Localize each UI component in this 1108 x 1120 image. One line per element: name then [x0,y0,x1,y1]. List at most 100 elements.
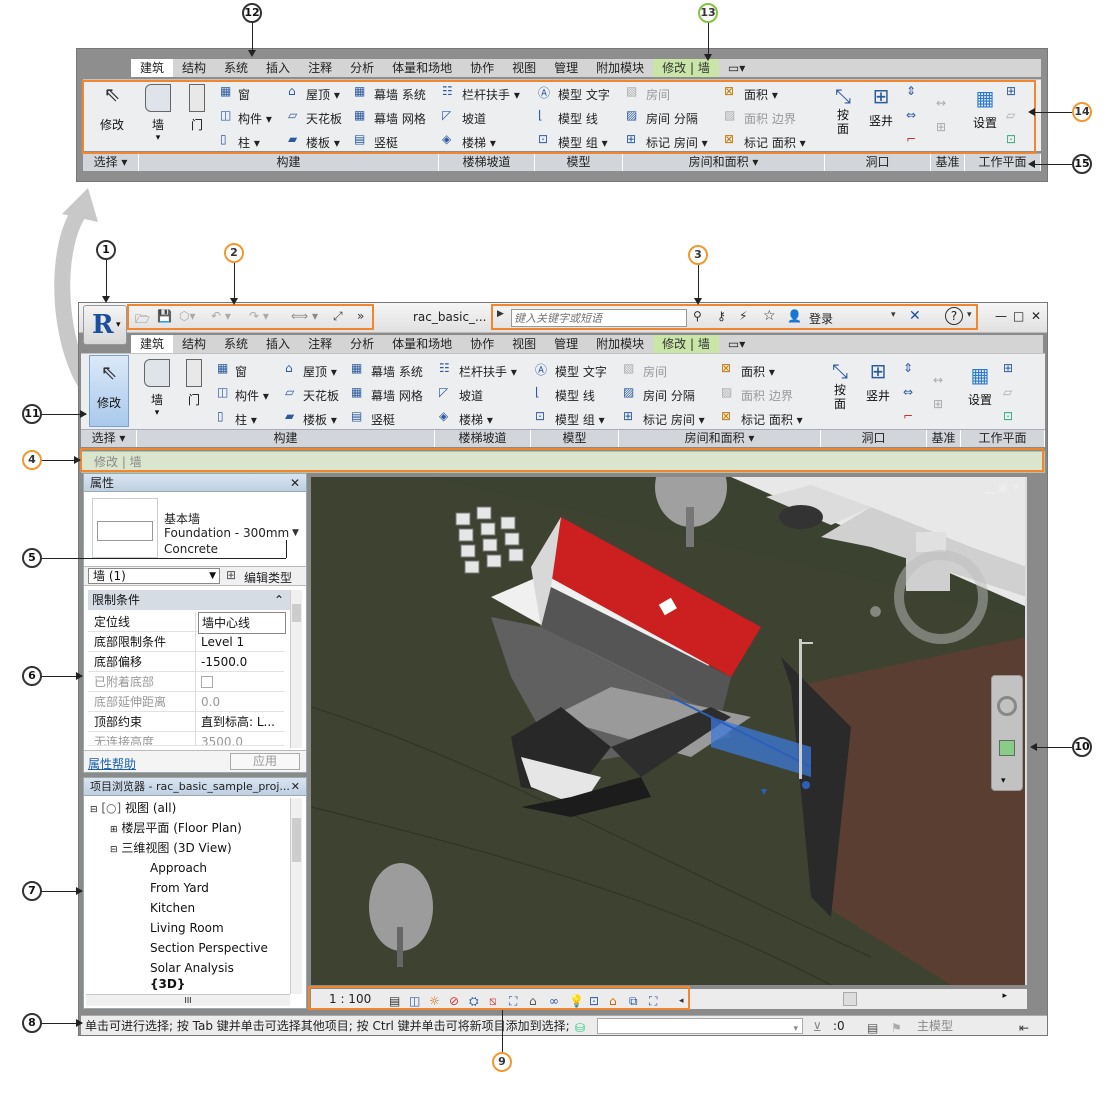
curtain-system-button[interactable]: 幕墙 系统 [371,363,423,380]
component-button[interactable]: 构件 ▾ [235,387,269,404]
ribbon-minimize-icon[interactable]: ▭▾ [719,59,754,77]
tab-collaborate[interactable]: 协作 [461,59,503,77]
editable-only-icon[interactable]: ⚑ [891,1018,902,1038]
zoom-panel-select[interactable]: 选择 ▾ [83,154,139,171]
minimize-button[interactable]: — [995,309,1007,323]
ramp-button[interactable]: 坡道 [459,387,483,404]
main-show-workplane-icon[interactable]: ⊞ [1003,361,1013,375]
model-group-button[interactable]: 模型 组 ▾ [555,411,605,428]
room-button[interactable]: 房间 [643,363,667,380]
main-tab-annotate[interactable]: 注释 [299,335,341,353]
zoom-region-icon[interactable] [999,740,1015,756]
door-button[interactable]: 门 [179,359,209,408]
properties-scrollbar[interactable] [290,590,302,748]
view-window-controls[interactable]: ▁ ▣ ✕ [986,481,1021,494]
window-button[interactable]: 窗 [235,363,247,380]
prop-row-top-constraint[interactable]: 顶部约束 直到标高: L... [88,712,284,732]
tree-view-from-yard[interactable]: From Yard [150,878,209,898]
main-tab-architecture[interactable]: 建筑 [131,335,174,353]
main-tab-insert[interactable]: 插入 [257,335,299,353]
roof-button[interactable]: 屋顶 ▾ [303,363,337,380]
close-button[interactable]: ✕ [1031,309,1041,323]
select-links-icon[interactable]: ⇤ [1019,1018,1029,1038]
main-tab-analyze[interactable]: 分析 [341,335,383,353]
main-wall-opening-icon[interactable]: ⇕ [903,361,913,375]
main-viewer-icon[interactable]: ⊡ [1003,409,1013,423]
floor-button[interactable]: 楼板 ▾ [303,411,337,428]
tree-views-all[interactable]: ⊟ [○] 视图 (all) [90,798,176,820]
maximize-button[interactable]: □ [1013,309,1024,323]
main-tab-collaborate[interactable]: 协作 [461,335,503,353]
view-hscrollbar[interactable]: ▸ [691,989,1027,1009]
nav-bar-menu-icon[interactable]: ▾ [1001,776,1006,786]
by-face-button[interactable]: ⤡ 按 面 [825,359,855,411]
tag-room-button[interactable]: 标记 房间 ▾ [643,411,705,428]
tab-structure[interactable]: 结构 [173,59,215,77]
browser-vscrollbar[interactable] [290,798,302,994]
tree-view-kitchen[interactable]: Kitchen [150,898,195,918]
tag-area-button[interactable]: 标记 面积 ▾ [741,411,803,428]
application-menu-button[interactable]: R ▾ [83,305,127,345]
area-button[interactable]: 面积 ▾ [741,363,775,380]
tab-massing[interactable]: 体量和场地 [383,59,461,77]
prop-row-location-line[interactable]: 定位线 墙中心线 [88,612,286,634]
room-separator-button[interactable]: 房间 分隔 [643,387,695,404]
tab-insert[interactable]: 插入 [257,59,299,77]
main-tab-modify-wall[interactable]: 修改 | 墙 [653,335,719,353]
tree-view-3d-default[interactable]: {3D} [150,976,185,992]
tab-view[interactable]: 视图 [503,59,545,77]
main-tab-systems[interactable]: 系统 [215,335,257,353]
navigation-bar[interactable]: ▾ [991,675,1023,791]
tree-floor-plans[interactable]: ⊞ 楼层平面 (Floor Plan) [110,818,242,840]
edit-type-button[interactable]: 编辑类型 [244,569,292,586]
main-ribbon-minimize-icon[interactable]: ▭▾ [719,335,754,353]
prop-row-base-attached[interactable]: 已附着底部 [88,672,284,692]
tree-view-solar-analysis[interactable]: Solar Analysis [150,958,234,978]
type-selector[interactable]: 基本墙 Foundation - 300mm Concrete ▼ [88,496,302,562]
railing-button[interactable]: 栏杆扶手 ▾ [459,363,517,380]
main-dormer-icon[interactable]: ⌐ [903,409,913,423]
workset-selector[interactable]: ▾ [597,1018,803,1034]
set-workplane-button[interactable]: ▦ 设置 [965,363,995,408]
prop-row-unconnected-height[interactable]: 无连接高度 3500.0 [88,732,284,746]
active-design-option[interactable]: 主模型 [917,1016,953,1036]
tab-annotate[interactable]: 注释 [299,59,341,77]
shaft-button[interactable]: ⊞ 竖井 [861,359,895,404]
curtain-grid-button[interactable]: 幕墙 网格 [371,387,423,404]
tree-3d-views[interactable]: ⊟ 三维视图 (3D View) [110,838,232,860]
main-vertical-opening-icon[interactable]: ⇔ [903,385,913,399]
tree-view-living-room[interactable]: Living Room [150,918,224,938]
column-button[interactable]: 柱 ▾ [235,411,257,428]
stair-button[interactable]: 楼梯 ▾ [459,411,493,428]
type-dropdown-icon[interactable]: ▼ [292,528,299,538]
constraints-group-header[interactable]: 限制条件 ⌃ [88,590,290,610]
tree-view-approach[interactable]: Approach [150,858,207,878]
tree-view-section-perspective[interactable]: Section Perspective [150,938,268,958]
browser-hscrollbar[interactable]: III [86,994,290,1006]
panel-select[interactable]: 选择 ▾ [81,430,137,447]
main-tab-addins[interactable]: 附加模块 [587,335,653,353]
main-tab-structure[interactable]: 结构 [173,335,215,353]
properties-help-link[interactable]: 属性帮助 [88,755,136,772]
area-boundary-button[interactable]: 面积 边界 [741,387,793,404]
tab-addins[interactable]: 附加模块 [587,59,653,77]
model-line-button[interactable]: 模型 线 [555,387,595,404]
main-ref-plane-icon[interactable]: ▱ [1003,385,1012,399]
ceiling-button[interactable]: 天花板 [303,387,339,404]
zoom-panel-room-area[interactable]: 房间和面积 ▾ [623,154,825,171]
mullion-button[interactable]: 竖梃 [371,411,395,428]
browser-close-button[interactable]: ✕ [291,778,300,796]
tab-analyze[interactable]: 分析 [341,59,383,77]
prop-row-base-extension[interactable]: 底部延伸距离 0.0 [88,692,284,712]
wall-button[interactable]: 墙 ▾ [139,359,175,418]
prop-row-base-offset[interactable]: 底部偏移 -1500.0 [88,652,284,672]
tab-modify-wall[interactable]: 修改 | 墙 [653,59,719,77]
instance-selector[interactable]: 墙 (1) ▼ [88,568,220,584]
tab-architecture[interactable]: 建筑 [131,59,174,77]
workset-icon[interactable]: ⛁ [575,1018,585,1038]
drawing-area[interactable]: ● ▁ ▣ ✕ ▾ [311,477,1027,985]
base-attached-checkbox[interactable] [201,676,213,688]
design-options-icon[interactable]: ▤ [867,1018,878,1038]
drawing-vscrollbar[interactable] [1025,477,1027,985]
main-tab-manage[interactable]: 管理 [545,335,587,353]
